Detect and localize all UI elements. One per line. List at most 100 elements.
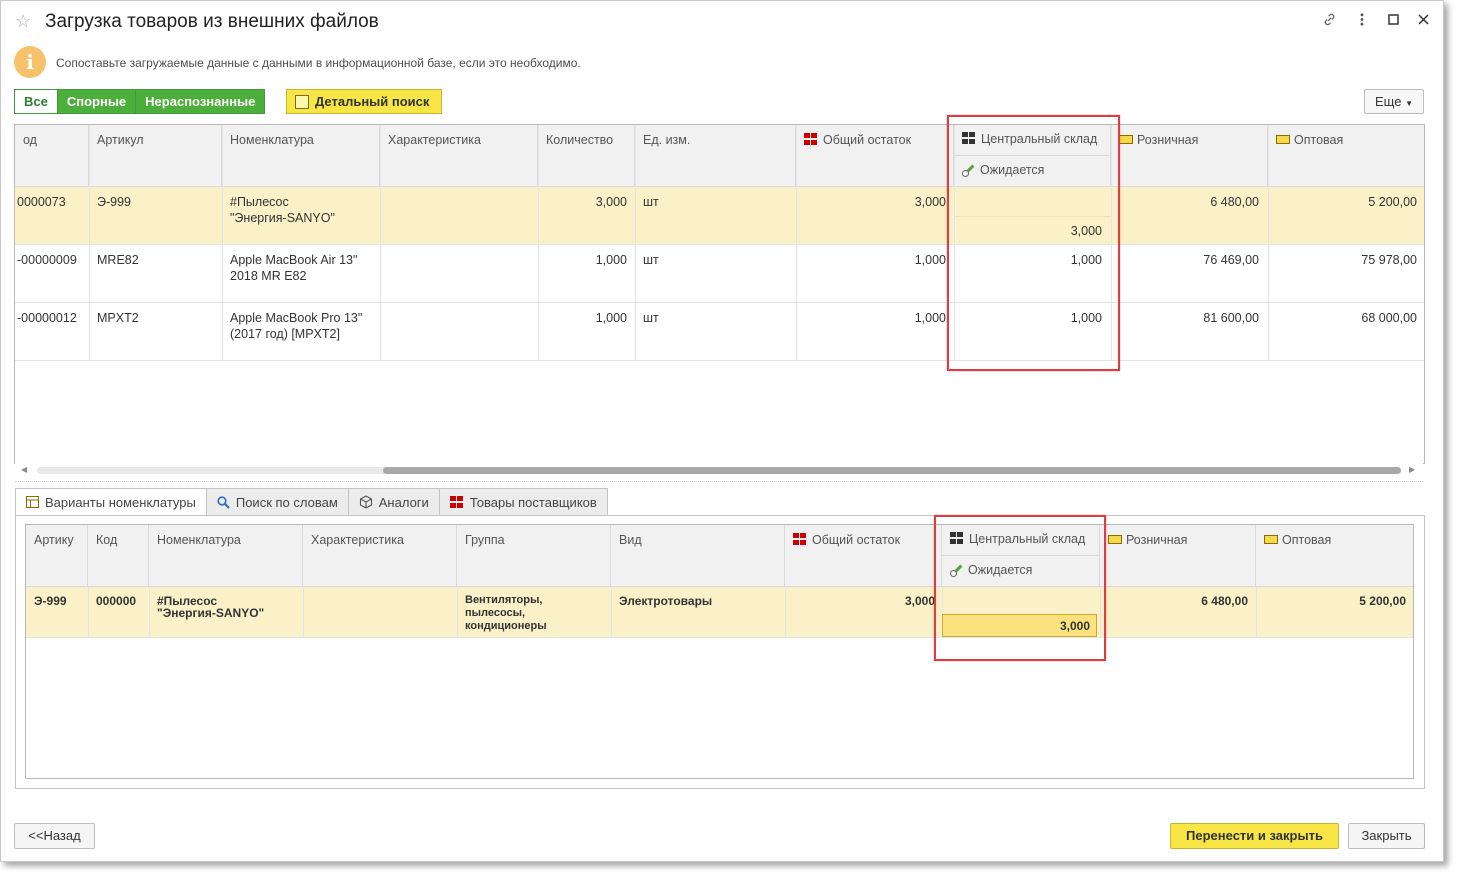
header-central-warehouse[interactable]: Центральный склад xyxy=(954,125,1111,156)
cell-total-stock[interactable]: 3,000 xyxy=(785,594,935,608)
column-divider xyxy=(796,125,797,361)
more-button-label: Еще xyxy=(1375,94,1402,109)
more-button[interactable]: Еще ▼ xyxy=(1364,89,1424,114)
transfer-and-close-button[interactable]: Перенести и закрыть xyxy=(1170,823,1339,849)
maximize-icon[interactable] xyxy=(1388,12,1399,29)
tab-analogs[interactable]: Аналоги xyxy=(347,488,439,516)
cell-wholesale[interactable]: 5 200,00 xyxy=(1256,594,1406,608)
header-quantity[interactable]: Количество xyxy=(538,125,635,187)
cell-article[interactable]: MRE82 xyxy=(97,253,139,267)
header-unit[interactable]: Ед. изм. xyxy=(635,125,796,187)
header-total-stock[interactable]: Общий остаток xyxy=(796,125,954,187)
cell-central-warehouse[interactable]: 1,000 xyxy=(954,253,1102,267)
column-divider xyxy=(954,125,955,361)
cell-article[interactable]: MPXT2 xyxy=(97,311,139,325)
cell-total-stock[interactable]: 3,000 xyxy=(796,195,946,209)
scroll-right-icon[interactable]: ▶ xyxy=(1409,465,1415,474)
cell-unit[interactable]: шт xyxy=(643,311,659,325)
more-vertical-icon[interactable] xyxy=(1359,12,1365,31)
header-wholesale[interactable]: Оптовая xyxy=(1268,125,1424,187)
header-total-stock[interactable]: Общий остаток xyxy=(785,525,942,587)
cell-retail[interactable]: 6 480,00 xyxy=(1111,195,1259,209)
column-divider xyxy=(149,587,150,638)
cell-nomenclature-line1[interactable]: #Пылесос xyxy=(230,195,289,209)
header-total-stock-label: Общий остаток xyxy=(823,133,912,147)
header-characteristic[interactable]: Характеристика xyxy=(380,125,538,187)
cell-article[interactable]: Э-999 xyxy=(97,195,131,209)
cell-quantity[interactable]: 3,000 xyxy=(538,195,627,209)
cell-code[interactable]: 0000073 xyxy=(17,195,66,209)
tab-supplier-goods[interactable]: Товары поставщиков xyxy=(438,488,608,516)
cell-code[interactable]: 000000 xyxy=(96,594,136,608)
link-icon[interactable] xyxy=(1322,12,1337,31)
column-divider xyxy=(457,587,458,638)
tab-bar: Варианты номенклатуры Поиск по словам Ан… xyxy=(15,488,608,516)
cell-wholesale[interactable]: 75 978,00 xyxy=(1268,253,1417,267)
cell-nomenclature-line2[interactable]: 2018 MR E82 xyxy=(230,269,306,283)
tab-search-words[interactable]: Поиск по словам xyxy=(205,488,348,516)
header-wholesale-label: Оптовая xyxy=(1294,133,1344,147)
detailed-search-label: Детальный поиск xyxy=(315,94,430,109)
cell-code[interactable]: -00000009 xyxy=(17,253,77,267)
expected-edit-field[interactable]: 3,000 xyxy=(942,614,1097,637)
column-divider xyxy=(1111,125,1112,361)
header-characteristic[interactable]: Характеристика xyxy=(303,525,457,587)
header-code[interactable]: од xyxy=(15,125,89,187)
cell-central-warehouse[interactable]: 1,000 xyxy=(954,311,1102,325)
cell-group-line2[interactable]: пылесосы, xyxy=(465,607,525,619)
warehouse-grid-icon xyxy=(950,532,964,545)
cell-wholesale[interactable]: 5 200,00 xyxy=(1268,195,1417,209)
cell-code[interactable]: -00000012 xyxy=(17,311,77,325)
header-expected[interactable]: Ожидается xyxy=(942,556,1100,587)
cell-wholesale[interactable]: 68 000,00 xyxy=(1268,311,1417,325)
cell-total-stock[interactable]: 1,000 xyxy=(796,253,946,267)
cell-retail[interactable]: 6 480,00 xyxy=(1100,594,1248,608)
cell-group-line1[interactable]: Вентиляторы, xyxy=(465,594,542,606)
header-article[interactable]: Артикул xyxy=(89,125,222,187)
cell-nomenclature-line2[interactable]: "Энергия-SANYO" xyxy=(157,606,264,620)
header-kind[interactable]: Вид xyxy=(611,525,785,587)
cell-expected[interactable]: 3,000 xyxy=(954,224,1102,238)
cell-nomenclature-line1[interactable]: Apple MacBook Pro 13" xyxy=(230,311,362,325)
header-nomenclature[interactable]: Номенклатура xyxy=(222,125,380,187)
header-code[interactable]: Код xyxy=(88,525,149,587)
expected-pen-icon xyxy=(950,563,963,577)
cell-nomenclature-line2[interactable]: (2017 год) [MPXT2] xyxy=(230,327,340,341)
header-central-warehouse[interactable]: Центральный склад xyxy=(942,525,1100,556)
cell-group-line3[interactable]: кондиционеры xyxy=(465,620,547,632)
column-divider xyxy=(222,125,223,361)
filter-disputed-button[interactable]: Спорные xyxy=(56,90,136,113)
header-group[interactable]: Группа xyxy=(457,525,611,587)
back-button[interactable]: <<Назад xyxy=(14,823,95,849)
header-expected[interactable]: Ожидается xyxy=(954,156,1111,187)
cell-nomenclature-line1[interactable]: Apple MacBook Air 13" xyxy=(230,253,357,267)
cell-kind[interactable]: Электротовары xyxy=(619,594,712,608)
filter-unrecognized-button[interactable]: Нераспознанные xyxy=(135,90,265,113)
header-article[interactable]: Артику xyxy=(26,525,88,587)
header-wholesale[interactable]: Оптовая xyxy=(1256,525,1413,587)
filter-all-button[interactable]: Все xyxy=(15,90,57,113)
star-icon[interactable]: ☆ xyxy=(15,11,31,32)
detailed-search-button[interactable]: Детальный поиск xyxy=(286,89,443,114)
splitter[interactable] xyxy=(15,481,1423,482)
cell-article[interactable]: Э-999 xyxy=(34,594,67,608)
scroll-left-icon[interactable]: ◀ xyxy=(21,465,27,474)
header-retail[interactable]: Розничная xyxy=(1100,525,1256,587)
header-nomenclature[interactable]: Номенклатура xyxy=(149,525,303,587)
close-icon[interactable] xyxy=(1418,12,1429,29)
horizontal-scrollbar[interactable]: ◀ ▶ xyxy=(15,463,1423,477)
header-retail[interactable]: Розничная xyxy=(1111,125,1268,187)
expected-pen-icon xyxy=(962,163,975,177)
cell-retail[interactable]: 76 469,00 xyxy=(1111,253,1259,267)
column-divider xyxy=(89,125,90,361)
cell-total-stock[interactable]: 1,000 xyxy=(796,311,946,325)
scroll-thumb[interactable] xyxy=(383,467,1401,474)
cell-unit[interactable]: шт xyxy=(643,253,659,267)
tab-variants[interactable]: Варианты номенклатуры xyxy=(15,488,206,516)
cell-unit[interactable]: шт xyxy=(643,195,659,209)
close-button[interactable]: Закрыть xyxy=(1348,823,1425,849)
cell-quantity[interactable]: 1,000 xyxy=(538,253,627,267)
cell-quantity[interactable]: 1,000 xyxy=(538,311,627,325)
cell-nomenclature-line2[interactable]: "Энергия-SANYO" xyxy=(230,211,335,225)
cell-retail[interactable]: 81 600,00 xyxy=(1111,311,1259,325)
